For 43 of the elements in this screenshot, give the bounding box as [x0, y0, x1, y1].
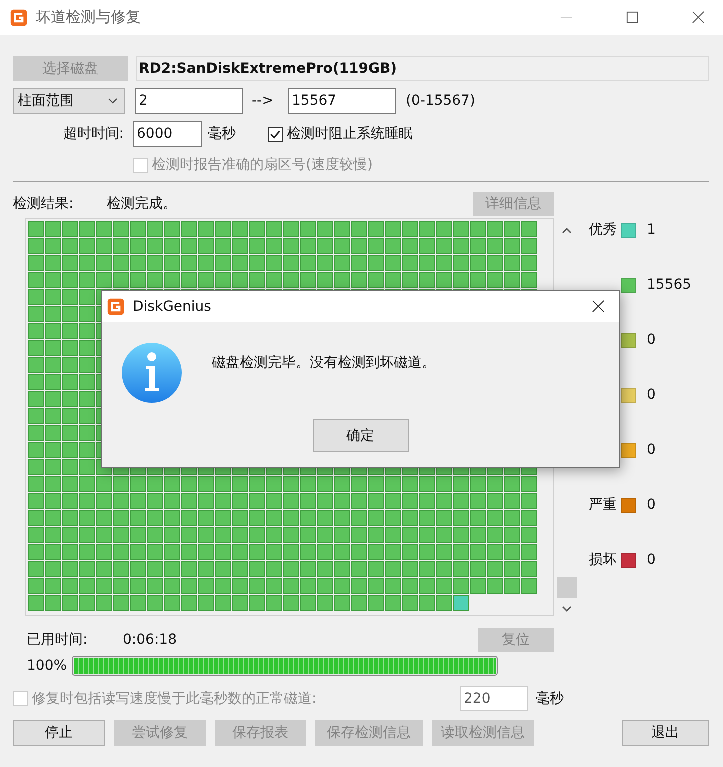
close-icon[interactable] [692, 11, 705, 24]
legend-count: 0 [647, 332, 656, 348]
scroll-thumb[interactable] [557, 577, 577, 598]
range-bounds: (0-15567) [406, 93, 476, 109]
legend-count: 0 [647, 497, 656, 513]
legend-count: 15565 [647, 277, 692, 293]
timeout-unit: 毫秒 [208, 125, 237, 143]
prevent-sleep-checkbox[interactable]: 检测时阻止系统睡眠 [268, 125, 413, 143]
legend-label: 严重 [589, 496, 617, 514]
slow-track-field[interactable]: 220 [460, 686, 528, 711]
progress-percent: 100% [27, 658, 68, 674]
timeout-field[interactable]: 6000 [133, 121, 202, 147]
maximize-icon[interactable] [626, 11, 639, 24]
legend-label: 优秀 [589, 221, 617, 239]
range-end-field[interactable]: 15567 [288, 88, 396, 114]
ok-button[interactable]: 确定 [312, 419, 408, 452]
action-button[interactable]: 停止 [13, 720, 105, 746]
legend-count: 0 [647, 442, 656, 458]
timeout-label: 超时时间: [62, 125, 125, 143]
elapsed-time: 0:06:18 [123, 632, 178, 648]
app-logo-icon [10, 8, 28, 26]
legend-count: 0 [647, 552, 656, 568]
slow-track-unit: 毫秒 [536, 690, 565, 708]
elapsed-label: 已用时间: [26, 631, 89, 649]
app-logo-icon [107, 298, 125, 316]
disk-name-field: RD2:SanDiskExtremePro(119GB) [136, 56, 709, 81]
caret-icon [108, 98, 118, 104]
scroll-down-icon[interactable] [562, 606, 572, 612]
dialog-message: 磁盘检测完毕。没有检测到坏磁道。 [212, 354, 436, 372]
legend-count: 1 [647, 222, 656, 238]
info-icon [122, 343, 182, 403]
range-mode-dropdown[interactable]: 柱面范围 [13, 88, 125, 114]
action-button[interactable]: 退出 [622, 720, 709, 746]
result-status: 检测完成。 [107, 195, 178, 213]
range-arrow: --> [252, 93, 275, 109]
scroll-up-icon[interactable] [562, 228, 572, 234]
range-start-field[interactable]: 2 [135, 88, 243, 114]
close-icon[interactable] [592, 300, 605, 313]
legend-count: 0 [647, 387, 656, 403]
legend-label: 损坏 [589, 551, 617, 569]
result-label: 检测结果: [13, 195, 75, 213]
dialog-title: DiskGenius [133, 298, 212, 314]
window-title: 坏道检测与修复 [36, 8, 141, 27]
